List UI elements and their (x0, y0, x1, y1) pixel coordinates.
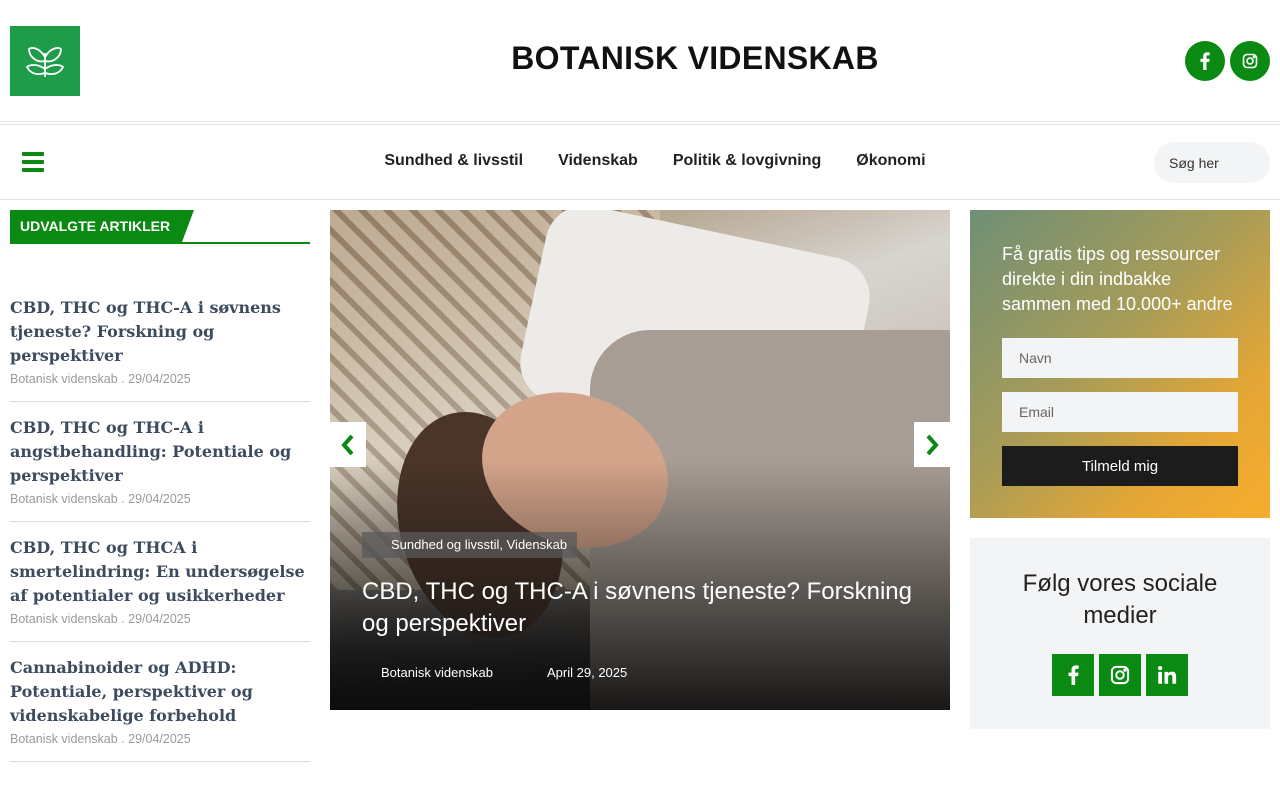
subscribe-button[interactable]: Tilmeld mig (1002, 446, 1238, 486)
follow-title: Følg vores sociale medier (1022, 570, 1218, 629)
chevron-right-icon (926, 434, 939, 455)
featured-articles: UDVALGTE ARTIKLER CBD, THC og THC-A i sø… (10, 210, 310, 762)
hero-slider[interactable]: Sundhed og livsstil, Videnskab CBD, THC … (330, 210, 950, 710)
email-field[interactable] (1002, 392, 1238, 432)
nav-item-videnskab[interactable]: Videnskab (558, 152, 638, 170)
nav-item-sundhed[interactable]: Sundhed & livsstil (384, 152, 523, 170)
header-social (1185, 41, 1270, 81)
hero-title[interactable]: CBD, THC og THC-A i søvnens tjeneste? Fo… (362, 576, 922, 640)
article-meta: Botanisk videnskab . 29/04/2025 (10, 612, 191, 626)
newsletter-form: Tilmeld mig (1002, 338, 1238, 486)
site-header: BOTANISK VIDENSKAB (0, 0, 1280, 122)
slider-prev-button[interactable] (330, 422, 366, 467)
section-header: UDVALGTE ARTIKLER (10, 210, 310, 244)
nav-item-politik[interactable]: Politik & lovgivning (673, 152, 821, 170)
facebook-icon[interactable] (1185, 41, 1225, 81)
list-item: Cannabinoider og ADHD: Potentiale, persp… (10, 642, 310, 762)
hero-category-badge[interactable]: Sundhed og livsstil, Videnskab (362, 532, 578, 558)
list-item: CBD, THC og THC-A i angstbehandling: Pot… (10, 402, 310, 522)
article-title[interactable]: Cannabinoider og ADHD: Potentiale, persp… (10, 656, 310, 728)
article-title[interactable]: CBD, THC og THC-A i angstbehandling: Pot… (10, 416, 310, 488)
article-meta: Botanisk videnskab . 29/04/2025 (10, 732, 191, 746)
article-meta: Botanisk videnskab . 29/04/2025 (10, 372, 191, 386)
slider-next-button[interactable] (914, 422, 950, 467)
section-title: UDVALGTE ARTIKLER (10, 210, 195, 242)
nav-menu: Sundhed & livsstil Videnskab Politik & l… (0, 152, 1280, 170)
main-nav: Sundhed & livsstil Videnskab Politik & l… (0, 125, 1280, 200)
linkedin-icon[interactable] (1146, 654, 1188, 696)
hero-meta: Botanisk videnskab April 29, 2025 (362, 665, 627, 680)
site-title[interactable]: BOTANISK VIDENSKAB (0, 40, 1280, 77)
follow-icons (970, 654, 1270, 696)
newsletter-widget: Få gratis tips og ressourcer direkte i d… (970, 210, 1270, 518)
name-field[interactable] (1002, 338, 1238, 378)
article-title[interactable]: CBD, THC og THC-A i søvnens tjeneste? Fo… (10, 296, 310, 368)
instagram-icon[interactable] (1230, 41, 1270, 81)
article-meta: Botanisk videnskab . 29/04/2025 (10, 492, 191, 506)
article-title[interactable]: CBD, THC og THCA i smertelindring: En un… (10, 536, 310, 608)
list-item: CBD, THC og THC-A i søvnens tjeneste? Fo… (10, 271, 310, 402)
follow-social-widget: Følg vores sociale medier (970, 538, 1270, 729)
search-input[interactable] (1154, 142, 1270, 183)
instagram-icon[interactable] (1099, 654, 1141, 696)
hero-date: April 29, 2025 (547, 665, 628, 680)
nav-item-okonomi[interactable]: Økonomi (856, 152, 925, 170)
article-list: CBD, THC og THC-A i søvnens tjeneste? Fo… (10, 271, 310, 762)
list-item: CBD, THC og THCA i smertelindring: En un… (10, 522, 310, 642)
facebook-icon[interactable] (1052, 654, 1094, 696)
newsletter-text: Få gratis tips og ressourcer direkte i d… (1002, 244, 1233, 314)
hero-author[interactable]: Botanisk videnskab (362, 665, 493, 680)
chevron-left-icon (341, 434, 354, 455)
